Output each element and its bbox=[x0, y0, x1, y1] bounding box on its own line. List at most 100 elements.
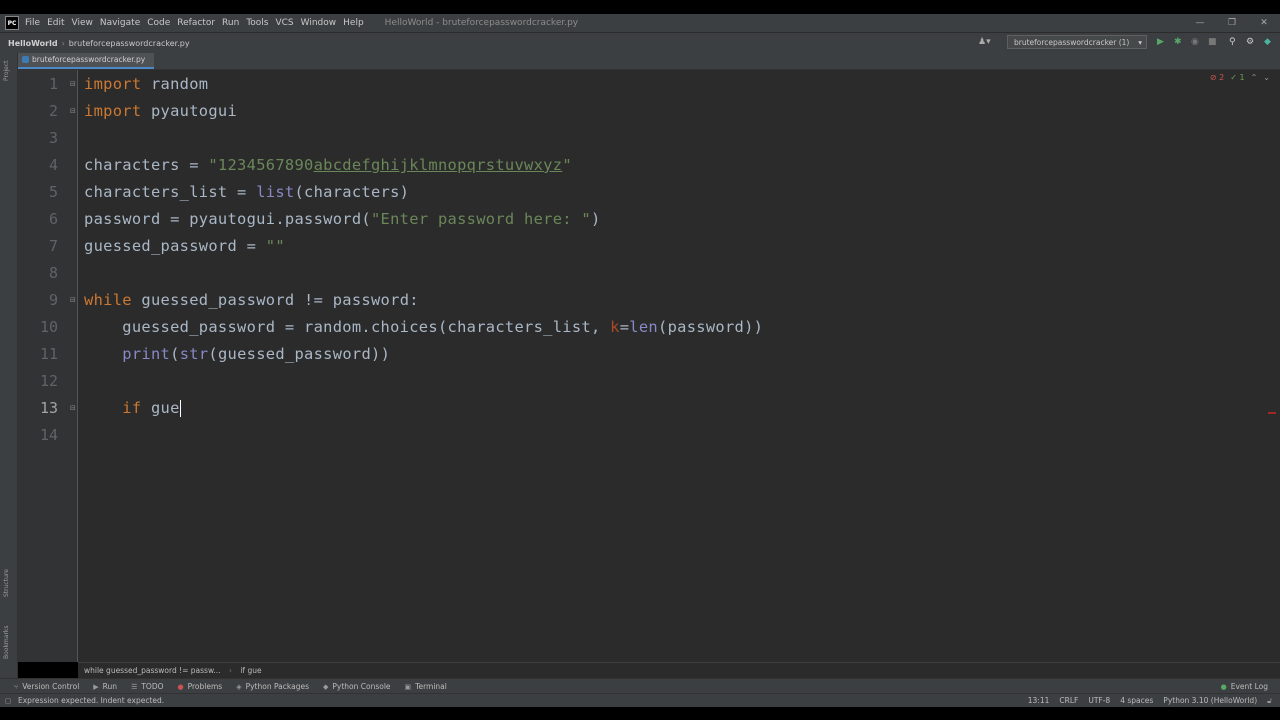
menu-view[interactable]: View bbox=[72, 18, 93, 28]
stop-icon[interactable]: ■ bbox=[1208, 36, 1217, 48]
close-icon[interactable]: ✕ bbox=[1248, 14, 1280, 32]
cursor-position[interactable]: 13:11 bbox=[1028, 694, 1050, 707]
code-text: characters = bbox=[84, 156, 209, 174]
tool-label: Python Console bbox=[332, 682, 391, 691]
tool-label: Python Packages bbox=[245, 682, 309, 691]
menu-refactor[interactable]: Refactor bbox=[177, 18, 215, 28]
parameter-name: k bbox=[610, 318, 620, 336]
code-text: (guessed_password)) bbox=[208, 345, 391, 363]
chevron-up-icon[interactable]: ⌃ bbox=[1251, 73, 1258, 82]
menu-vcs[interactable]: VCS bbox=[275, 18, 293, 28]
tool-python-packages[interactable]: ◈ Python Packages bbox=[236, 682, 309, 691]
menu-edit[interactable]: Edit bbox=[47, 18, 64, 28]
tool-event-log[interactable]: ● Event Log bbox=[1221, 682, 1268, 691]
builtin: print bbox=[122, 345, 171, 363]
error-icon: ● bbox=[177, 682, 184, 691]
code-line-13: if gue bbox=[84, 395, 181, 422]
tool-run[interactable]: ▶ Run bbox=[93, 682, 117, 691]
bookmarks-tool-label[interactable]: Bookmarks bbox=[3, 625, 10, 659]
line-number: 9 bbox=[48, 291, 58, 309]
tool-label: Run bbox=[102, 682, 118, 691]
menu-code[interactable]: Code bbox=[147, 18, 170, 28]
menu-file[interactable]: File bbox=[25, 18, 40, 28]
file-encoding[interactable]: UTF-8 bbox=[1088, 694, 1110, 707]
indent-setting[interactable]: 4 spaces bbox=[1120, 694, 1153, 707]
jetbrains-icon[interactable]: ◆ bbox=[1264, 36, 1271, 48]
menu-help[interactable]: Help bbox=[343, 18, 364, 28]
menu-run[interactable]: Run bbox=[222, 18, 239, 28]
tool-problems[interactable]: ● Problems bbox=[178, 682, 223, 691]
error-stripe-mark[interactable] bbox=[1268, 412, 1276, 414]
breadcrumb-file[interactable]: bruteforcepasswordcracker.py bbox=[69, 39, 190, 48]
window-title: HelloWorld - bruteforcepasswordcracker.p… bbox=[384, 18, 579, 28]
string-literal: "" bbox=[265, 237, 285, 255]
python-interpreter[interactable]: Python 3.10 (HelloWorld) bbox=[1163, 694, 1257, 707]
chevron-down-icon[interactable]: ⌄ bbox=[1263, 73, 1270, 82]
tool-version-control[interactable]: ⑂ Version Control bbox=[14, 682, 79, 691]
code-text: random bbox=[141, 75, 209, 93]
run-config-select[interactable]: bruteforcepasswordcracker (1) ▾ bbox=[1007, 35, 1147, 49]
status-bar: ◻ Expression expected. Indent expected. … bbox=[0, 693, 1280, 707]
debug-icon[interactable]: ✱ bbox=[1174, 36, 1182, 48]
tab-bruteforcepasswordcracker[interactable]: bruteforcepasswordcracker.py bbox=[18, 53, 154, 69]
fold-icon[interactable]: ⊟ bbox=[70, 80, 78, 88]
project-tool-label[interactable]: Project bbox=[3, 60, 10, 81]
breadcrumb-project[interactable]: HelloWorld bbox=[8, 39, 58, 48]
chevron-right-icon: › bbox=[61, 39, 65, 48]
chevron-down-icon: ▾ bbox=[1138, 38, 1142, 47]
line-number: 6 bbox=[48, 210, 58, 228]
line-number: 12 bbox=[39, 372, 58, 390]
inspection-widget[interactable]: ⊘ 2 ✓ 1 ⌃ ⌄ bbox=[1210, 73, 1270, 82]
code-text: (password)) bbox=[658, 318, 764, 336]
python-file-icon bbox=[22, 56, 29, 63]
line-separator[interactable]: CRLF bbox=[1059, 694, 1078, 707]
tool-todo[interactable]: ☰ TODO bbox=[131, 682, 163, 691]
keyword: if bbox=[122, 399, 142, 417]
tool-label: Terminal bbox=[415, 682, 447, 691]
builtin: str bbox=[179, 345, 209, 363]
line-number: 3 bbox=[48, 129, 58, 147]
lock-icon[interactable]: 🔓︎ bbox=[1267, 694, 1272, 707]
search-icon[interactable]: ⚲ bbox=[1229, 36, 1236, 48]
tool-window-bar: ⑂ Version Control ▶ Run ☰ TODO ● Problems ◈ P… bbox=[0, 678, 1280, 694]
status-toggle-icon[interactable]: ◻ bbox=[5, 694, 11, 707]
code-line-5: characters_list = list(characters) bbox=[84, 179, 409, 206]
structure-tool-label[interactable]: Structure bbox=[3, 569, 10, 597]
menu-window[interactable]: Window bbox=[301, 18, 337, 28]
code-line-7: guessed_password = "" bbox=[84, 233, 285, 260]
python-icon: ◆ bbox=[322, 682, 329, 691]
fold-icon[interactable]: ⊟ bbox=[70, 296, 78, 304]
code-line-6: password = pyautogui.password("Enter pas… bbox=[84, 206, 601, 233]
gear-icon[interactable]: ⚙ bbox=[1246, 36, 1254, 48]
error-count: ⊘ 2 bbox=[1209, 73, 1225, 82]
line-number: 4 bbox=[48, 156, 58, 174]
code-editor[interactable]: import random import pyautogui character… bbox=[78, 70, 1280, 662]
minimize-icon[interactable]: — bbox=[1184, 14, 1216, 32]
menu-navigate[interactable]: Navigate bbox=[100, 18, 140, 28]
fold-icon[interactable]: ⊟ bbox=[70, 404, 78, 412]
menu-tools[interactable]: Tools bbox=[246, 18, 268, 28]
breadcrumb-if[interactable]: if gue bbox=[240, 666, 261, 675]
run-icon[interactable]: ▶ bbox=[1157, 36, 1164, 48]
tool-python-console[interactable]: ◆ Python Console bbox=[323, 682, 391, 691]
tool-terminal[interactable]: ▣ Terminal bbox=[405, 682, 447, 691]
code-text: pyautogui bbox=[141, 102, 238, 120]
tool-label: TODO bbox=[141, 682, 164, 691]
code-breadcrumbs: while guessed_password != passw... › if … bbox=[78, 662, 1280, 679]
code-text: ( bbox=[170, 345, 180, 363]
coverage-icon[interactable]: ◉ bbox=[1191, 36, 1199, 48]
line-number: 11 bbox=[39, 345, 58, 363]
line-number: 1 bbox=[48, 75, 58, 93]
breadcrumb-while[interactable]: while guessed_password != passw... bbox=[84, 666, 221, 675]
code-text: guessed_password = random.choices(charac… bbox=[84, 318, 611, 336]
run-config-label: bruteforcepasswordcracker (1) bbox=[1014, 38, 1130, 47]
tool-label: Event Log bbox=[1230, 682, 1268, 691]
string-literal: "Enter password here: " bbox=[370, 210, 592, 228]
maximize-icon[interactable]: ❐ bbox=[1216, 14, 1248, 32]
code-text: ) bbox=[591, 210, 601, 228]
keyword: while bbox=[84, 291, 132, 309]
keyword: import bbox=[84, 102, 142, 120]
fold-icon[interactable]: ⊟ bbox=[70, 107, 78, 115]
ok-count: ✓ 1 bbox=[1230, 73, 1245, 82]
user-icon[interactable]: ♟▾ bbox=[978, 36, 991, 48]
